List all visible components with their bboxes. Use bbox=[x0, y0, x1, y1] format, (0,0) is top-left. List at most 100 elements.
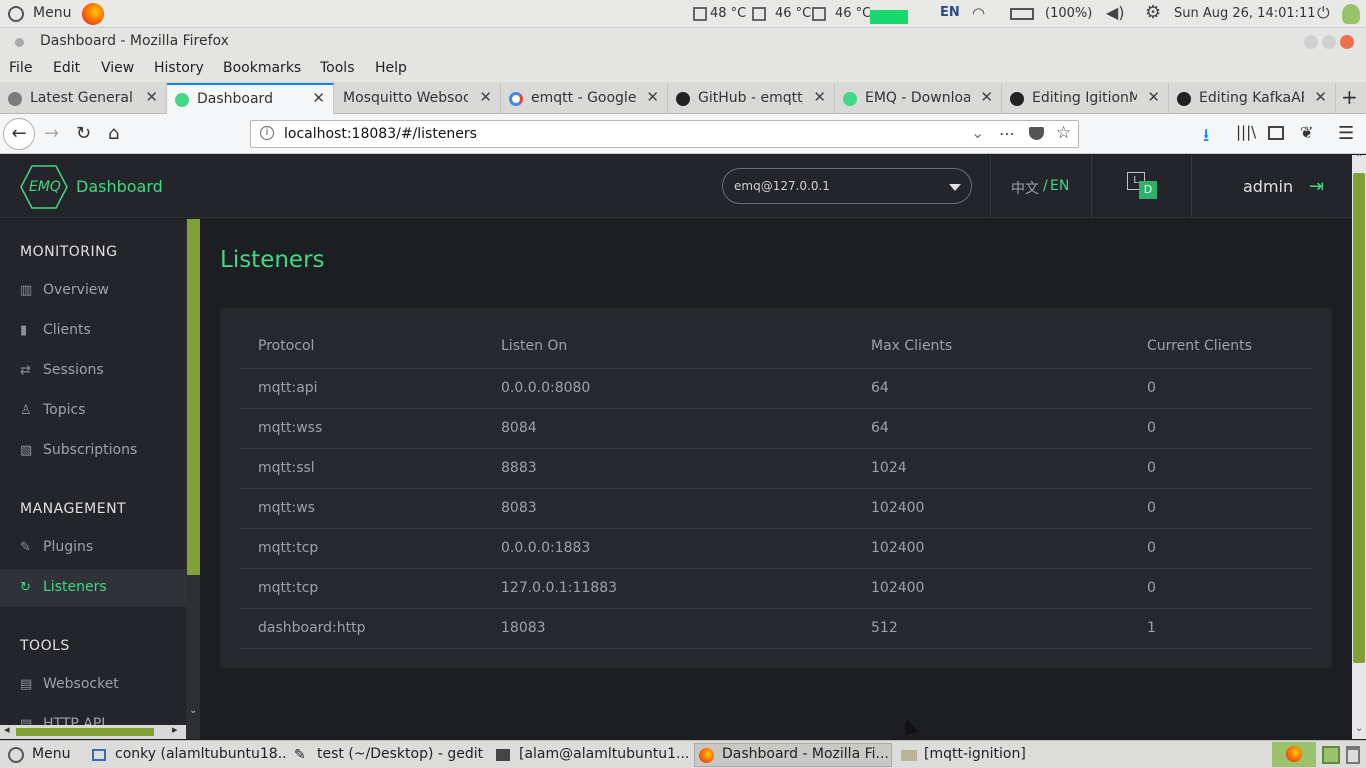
menu-edit[interactable]: Edit bbox=[53, 60, 80, 76]
url-text[interactable]: localhost:18083/#/listeners bbox=[284, 126, 477, 142]
sidebar-item-subscriptions[interactable]: ▧ Subscriptions bbox=[0, 432, 186, 470]
close-tab-icon[interactable]: ✕ bbox=[479, 88, 492, 106]
page-actions-icon[interactable]: ⋯ bbox=[999, 124, 1015, 143]
menu-help[interactable]: Help bbox=[375, 60, 407, 76]
menu-history[interactable]: History bbox=[154, 60, 204, 76]
main-content: Listeners Protocol Listen On Max Clients… bbox=[200, 219, 1352, 739]
system-menu-label[interactable]: Menu bbox=[33, 5, 71, 21]
taskbar-item-conky[interactable]: conky (alamltubuntu18... bbox=[115, 746, 287, 762]
battery-percent: (100%) bbox=[1045, 6, 1093, 21]
close-window-icon[interactable] bbox=[1340, 35, 1354, 49]
close-tab-icon[interactable]: ✕ bbox=[312, 89, 325, 107]
forward-icon[interactable]: → bbox=[44, 123, 59, 144]
hamburger-menu-icon[interactable]: ☰ bbox=[1338, 123, 1354, 144]
github-icon bbox=[676, 92, 690, 106]
trash-icon[interactable] bbox=[1346, 746, 1360, 764]
info-icon[interactable]: i bbox=[260, 126, 274, 140]
user-icon[interactable] bbox=[1342, 4, 1360, 24]
bookmark-star-icon[interactable]: ☆ bbox=[1056, 123, 1071, 143]
menu-view[interactable]: View bbox=[101, 60, 134, 76]
sidebar-item-overview[interactable]: ▥ Overview bbox=[0, 272, 186, 310]
settings-gear-icon[interactable]: ⚙ bbox=[1145, 2, 1161, 23]
cell-max-clients: 1024 bbox=[871, 460, 907, 476]
library-icon[interactable]: |||\ bbox=[1236, 123, 1256, 141]
minimize-icon[interactable] bbox=[1304, 35, 1318, 49]
wifi-icon[interactable]: ◠ bbox=[972, 4, 985, 22]
sidebar-item-listeners[interactable]: ↻ Listeners bbox=[0, 569, 186, 607]
sidebar-item-websocket[interactable]: ▤ Websocket bbox=[0, 666, 186, 704]
logout-icon[interactable]: ⇥ bbox=[1309, 176, 1324, 197]
close-tab-icon[interactable]: ✕ bbox=[1314, 88, 1327, 106]
theme-toggle[interactable]: L D bbox=[1127, 172, 1159, 200]
tab-emq-download[interactable]: EMQ - Downloac ✕ bbox=[835, 84, 1002, 114]
tab-latest-general[interactable]: Latest General ✕ bbox=[0, 84, 167, 114]
cell-protocol: mqtt:api bbox=[258, 380, 318, 396]
workspace-icon[interactable] bbox=[1322, 746, 1340, 764]
tab-editing-kafka[interactable]: Editing KafkaAP ✕ bbox=[1169, 84, 1336, 114]
taskbar-item-firefox[interactable]: Dashboard - Mozilla Fi... bbox=[694, 743, 892, 767]
swap-icon: ⇄ bbox=[20, 363, 31, 378]
tab-dashboard[interactable]: Dashboard ✕ bbox=[167, 83, 334, 115]
sidebar-toggle-icon[interactable] bbox=[1268, 126, 1284, 140]
taskbar-item-folder[interactable]: [mqtt-ignition] bbox=[924, 746, 1044, 762]
page-scroll-thumb[interactable] bbox=[1353, 173, 1365, 663]
brand-title[interactable]: Dashboard bbox=[76, 177, 163, 196]
taskbar-menu[interactable]: Menu bbox=[32, 746, 70, 762]
close-tab-icon[interactable]: ✕ bbox=[646, 88, 659, 106]
close-tab-icon[interactable]: ✕ bbox=[145, 88, 158, 106]
table-row: mqtt:api 0.0.0.0:8080 64 0 bbox=[240, 368, 1312, 408]
reload-icon[interactable]: ↻ bbox=[76, 123, 91, 144]
sidebar-item-sessions[interactable]: ⇄ Sessions bbox=[0, 352, 186, 390]
scroll-right-icon[interactable]: ▸ bbox=[172, 723, 178, 736]
cell-current-clients: 0 bbox=[1147, 460, 1156, 476]
cell-listen-on: 0.0.0.0:8080 bbox=[501, 380, 591, 396]
node-select[interactable]: emq@127.0.0.1 bbox=[722, 168, 972, 204]
extension-icon[interactable]: ❦ bbox=[1300, 123, 1313, 142]
tab-editing-ignition[interactable]: Editing IgitionM ✕ bbox=[1002, 84, 1169, 114]
url-dropdown-icon[interactable]: ⌄ bbox=[971, 123, 984, 142]
taskbar-item-gedit[interactable]: test (~/Desktop) - gedit bbox=[317, 746, 487, 762]
close-tab-icon[interactable]: ✕ bbox=[980, 88, 993, 106]
volume-icon[interactable]: ◀) bbox=[1106, 3, 1125, 22]
clock[interactable]: Sun Aug 26, 14:01:11 bbox=[1174, 6, 1316, 21]
tab-github-emqtt[interactable]: GitHub - emqtt/ ✕ bbox=[668, 84, 835, 114]
sidebar-item-clients[interactable]: ▮ Clients bbox=[0, 312, 186, 350]
menu-file[interactable]: File bbox=[9, 60, 32, 76]
device-icon: ▮ bbox=[20, 323, 28, 338]
battery-icon[interactable] bbox=[1010, 8, 1034, 20]
sidebar-hscroll[interactable]: ◂ ▸ bbox=[0, 723, 186, 739]
ubuntu-logo-icon[interactable] bbox=[8, 747, 24, 763]
sidebar-hscroll-thumb[interactable] bbox=[16, 728, 154, 736]
page-scrollbar[interactable]: ⌃ ⌄ bbox=[1352, 153, 1366, 739]
home-icon[interactable]: ⌂ bbox=[108, 123, 119, 144]
new-tab-icon[interactable]: + bbox=[1341, 85, 1358, 109]
power-icon[interactable]: ⏻ bbox=[1317, 3, 1330, 23]
sidebar-scroll-thumb[interactable] bbox=[187, 219, 200, 575]
lang-separator: / bbox=[1043, 178, 1048, 194]
scroll-up-icon[interactable]: ⌃ bbox=[1355, 153, 1363, 164]
lang-en-link[interactable]: EN bbox=[1050, 178, 1069, 194]
back-icon[interactable]: ← bbox=[3, 118, 35, 150]
scroll-left-icon[interactable]: ◂ bbox=[4, 723, 10, 736]
menu-tools[interactable]: Tools bbox=[320, 60, 355, 76]
menu-bookmarks[interactable]: Bookmarks bbox=[223, 60, 301, 76]
scroll-down-icon[interactable]: ⌄ bbox=[189, 705, 197, 716]
page-viewport: EMQ Dashboard emq@127.0.0.1 中文 / EN L D … bbox=[0, 155, 1352, 739]
close-tab-icon[interactable]: ✕ bbox=[813, 88, 826, 106]
firefox-launcher-icon[interactable] bbox=[82, 3, 104, 25]
tab-mosquitto[interactable]: Mosquitto Websoc ✕ bbox=[334, 84, 501, 114]
sidebar-item-topics[interactable]: ♙ Topics bbox=[0, 392, 186, 430]
lang-zh-link[interactable]: 中文 bbox=[1011, 178, 1039, 198]
url-bar[interactable]: i localhost:18083/#/listeners ⌄ ⋯ ☆ bbox=[250, 120, 1079, 148]
scroll-down-icon[interactable]: ⌄ bbox=[1355, 723, 1363, 734]
tab-google-search[interactable]: emqtt - Google ✕ bbox=[501, 84, 668, 114]
sidebar-item-plugins[interactable]: ✎ Plugins bbox=[0, 529, 186, 567]
github-icon bbox=[1177, 92, 1191, 106]
download-icon[interactable]: ⭳ bbox=[1203, 123, 1209, 153]
maximize-icon[interactable] bbox=[1322, 35, 1336, 49]
pocket-icon[interactable] bbox=[1029, 127, 1044, 140]
taskbar-item-terminal[interactable]: [alam@alamltubuntu1... bbox=[519, 746, 689, 762]
ubuntu-logo-icon[interactable] bbox=[8, 6, 24, 22]
keyboard-layout[interactable]: EN bbox=[940, 5, 960, 20]
close-tab-icon[interactable]: ✕ bbox=[1147, 88, 1160, 106]
